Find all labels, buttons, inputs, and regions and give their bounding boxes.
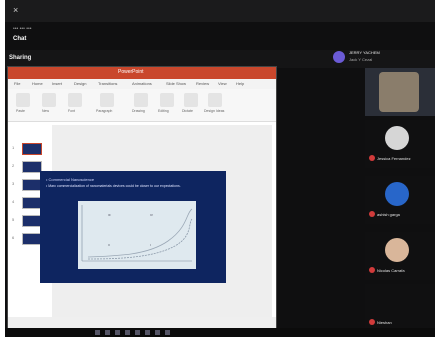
menu-file[interactable]: File bbox=[14, 81, 20, 86]
window-titlebar: × bbox=[5, 0, 435, 22]
participant-tile[interactable]: Nieshan bbox=[365, 284, 435, 332]
participant-avatar bbox=[385, 126, 409, 150]
slide-number: 1 bbox=[12, 145, 15, 150]
slide-number: 5 bbox=[12, 217, 15, 222]
slide-thumbnail[interactable] bbox=[22, 179, 42, 191]
graph-quadrant-label: III bbox=[108, 213, 111, 217]
menu-review[interactable]: Review bbox=[196, 81, 209, 86]
participant-tile[interactable]: Nicolas Carrafa bbox=[365, 232, 435, 280]
menu-insert[interactable]: Insert bbox=[52, 81, 62, 86]
presenter-name: JERRY YACHEM bbox=[349, 50, 380, 55]
taskbar-app-icon[interactable] bbox=[105, 330, 110, 335]
presenter-avatar bbox=[333, 51, 345, 63]
slide-thumbnail[interactable] bbox=[22, 197, 42, 209]
taskbar-app-icon[interactable] bbox=[115, 330, 120, 335]
meeting-meta: ••• ••• ••• bbox=[13, 26, 32, 32]
slide-number: 3 bbox=[12, 181, 15, 186]
slide-number: 4 bbox=[12, 199, 15, 204]
powerpoint-ribbon: Paste New Font Paragraph Drawing Editing… bbox=[8, 89, 276, 122]
ribbon-label-editing: Editing bbox=[158, 109, 169, 113]
participant-name: Nicolas Carrafa bbox=[377, 268, 405, 273]
powerpoint-titlebar: PowerPoint bbox=[8, 67, 276, 79]
editing-icon[interactable] bbox=[160, 93, 174, 107]
participant-name: Jessica Fernandez bbox=[377, 156, 411, 161]
ribbon-label-new: New bbox=[42, 109, 50, 113]
dictate-icon[interactable] bbox=[184, 93, 198, 107]
participant-tile[interactable]: ashish garga bbox=[365, 176, 435, 224]
tab-chat[interactable]: Chat bbox=[13, 36, 26, 42]
ribbon-label-drawing: Drawing bbox=[132, 109, 145, 113]
powerpoint-title: PowerPoint bbox=[118, 69, 144, 75]
graph-quadrant-label: IV bbox=[150, 213, 153, 217]
menu-home[interactable]: Home bbox=[32, 81, 43, 86]
drawing-icon[interactable] bbox=[134, 93, 148, 107]
participant-avatar bbox=[385, 238, 409, 262]
ribbon-label-dictate: Dictate bbox=[182, 109, 193, 113]
ribbon-label-paragraph: Paragraph bbox=[96, 109, 113, 113]
slide-number: 2 bbox=[12, 163, 15, 168]
menu-animations[interactable]: Animations bbox=[132, 81, 152, 86]
menu-slide-show[interactable]: Slide Show bbox=[166, 81, 186, 86]
powerpoint-window: PowerPoint File Home Insert Design Trans… bbox=[7, 66, 277, 330]
menu-transitions[interactable]: Transitions bbox=[98, 81, 117, 86]
powerpoint-menu: File Home Insert Design Transitions Anim… bbox=[8, 79, 276, 89]
slide-thumbnail[interactable] bbox=[22, 143, 42, 155]
participant-name: Nieshan bbox=[377, 320, 392, 325]
slide-thumbnail[interactable] bbox=[22, 215, 42, 227]
taskbar-app-icon[interactable] bbox=[95, 330, 100, 335]
paste-icon[interactable] bbox=[16, 93, 30, 107]
menu-help[interactable]: Help bbox=[236, 81, 244, 86]
close-icon[interactable]: × bbox=[13, 5, 18, 15]
taskbar-app-icon[interactable] bbox=[155, 330, 160, 335]
participant-gallery: Jessica Fernandez ashish garga Nicolas C… bbox=[365, 68, 435, 332]
zoom-window: × ••• ••• ••• Chat Sharing JERRY YACHEM … bbox=[5, 0, 435, 337]
menu-view[interactable]: View bbox=[218, 81, 227, 86]
font-icon[interactable] bbox=[68, 93, 82, 107]
taskbar-app-icon[interactable] bbox=[135, 330, 140, 335]
participant-tile-video[interactable] bbox=[365, 68, 435, 116]
taskbar-app-icon[interactable] bbox=[165, 330, 170, 335]
taskbar bbox=[5, 328, 435, 337]
slide-thumbnail[interactable] bbox=[22, 233, 42, 245]
presenter-subtitle: Jack Y Cezal bbox=[349, 57, 373, 62]
slide-heading: • Commercial Nanoscience bbox=[46, 177, 95, 182]
participant-name: ashish garga bbox=[377, 212, 400, 217]
graph-quadrant-label: II bbox=[108, 243, 110, 247]
ribbon-label-paste: Paste bbox=[16, 109, 25, 113]
graph-quadrant-label: I bbox=[150, 243, 151, 247]
ribbon-label-font: Font bbox=[68, 109, 76, 113]
powerpoint-status-bar bbox=[8, 317, 276, 328]
mic-muted-icon bbox=[369, 211, 375, 217]
participant-tile[interactable]: Jessica Fernandez bbox=[365, 120, 435, 168]
design-ideas-icon[interactable] bbox=[208, 93, 222, 107]
participant-video bbox=[379, 72, 419, 112]
slide-graph-image: III IV II I bbox=[78, 201, 196, 269]
slide-thumbnail[interactable] bbox=[22, 161, 42, 173]
paragraph-icon[interactable] bbox=[100, 93, 114, 107]
menu-design[interactable]: Design bbox=[74, 81, 86, 86]
sharing-label: Sharing bbox=[9, 55, 32, 61]
participant-avatar bbox=[385, 182, 409, 206]
graph-curves bbox=[81, 205, 193, 262]
current-slide[interactable]: • Commercial Nanoscience • Marc commerci… bbox=[40, 171, 226, 283]
slide-number: 6 bbox=[12, 235, 15, 240]
mic-muted-icon bbox=[369, 267, 375, 273]
taskbar-app-icon[interactable] bbox=[145, 330, 150, 335]
ribbon-label-design-ideas: Design Ideas bbox=[204, 109, 225, 113]
mic-muted-icon bbox=[369, 319, 375, 325]
new-slide-icon[interactable] bbox=[42, 93, 56, 107]
taskbar-app-icon[interactable] bbox=[125, 330, 130, 335]
slide-body: • Marc commercialization of nanomaterial… bbox=[46, 184, 181, 188]
mic-muted-icon bbox=[369, 155, 375, 161]
